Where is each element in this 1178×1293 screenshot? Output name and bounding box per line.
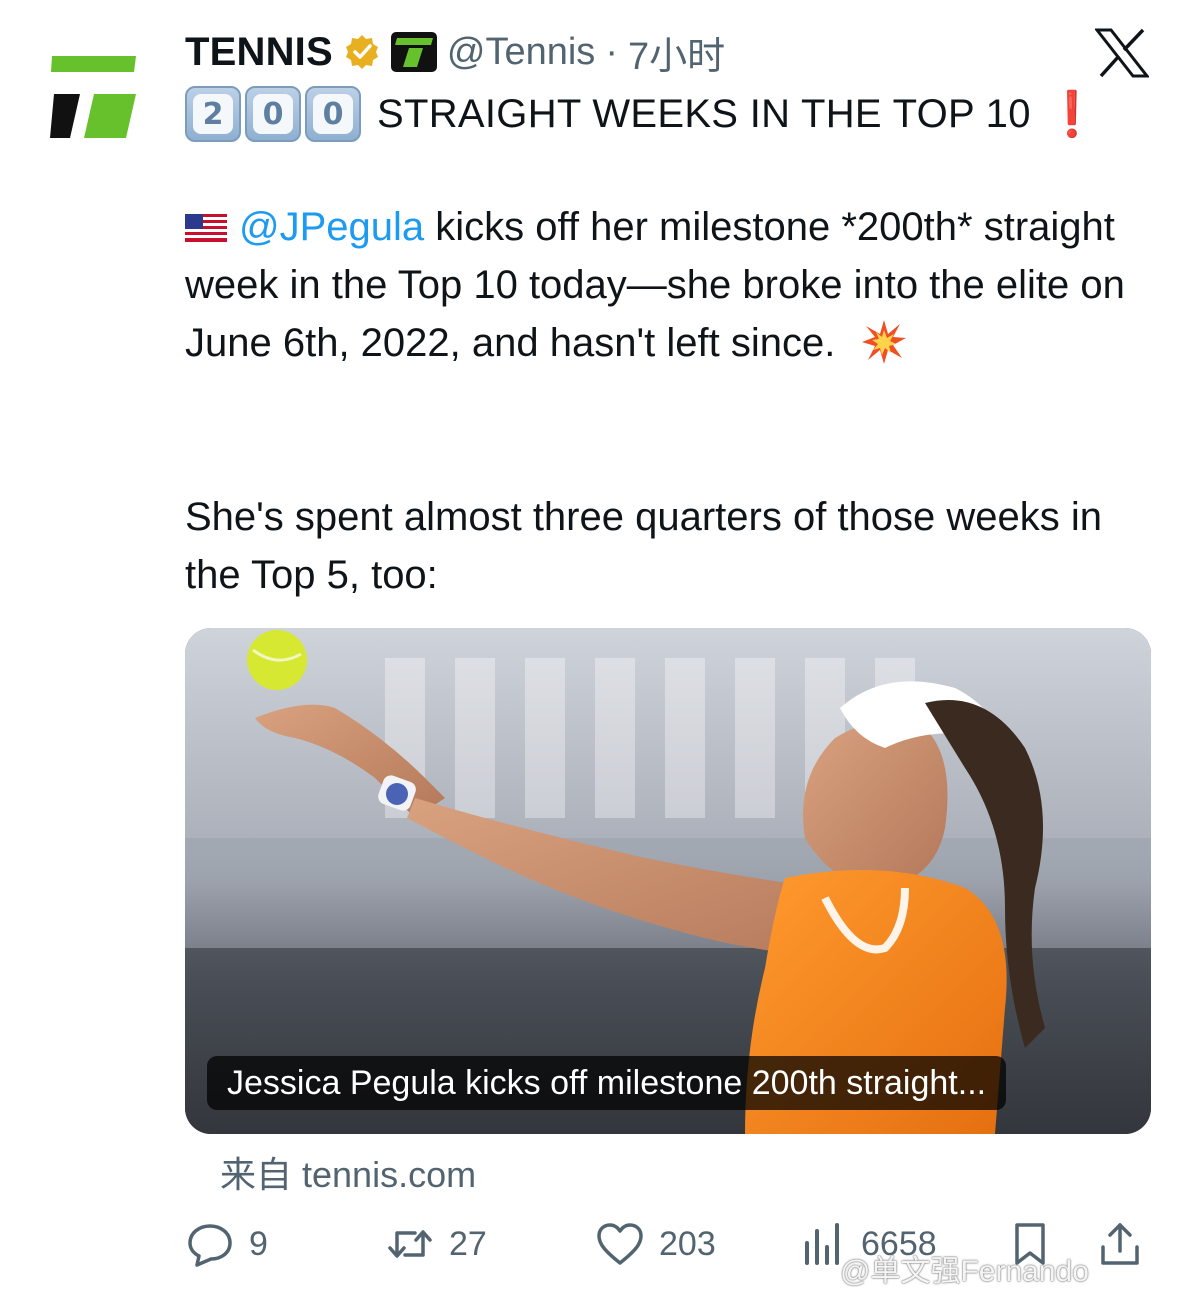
- link-card[interactable]: Jessica Pegula kicks off milestone 200th…: [185, 628, 1151, 1134]
- repost-count: 27: [449, 1224, 487, 1263]
- share-icon: [1101, 1223, 1139, 1265]
- separator-dot: ·: [605, 30, 618, 73]
- mention-link[interactable]: @JPegula: [239, 205, 424, 249]
- us-flag-icon: [185, 214, 227, 242]
- gold-verified-badge-icon: [345, 35, 378, 69]
- keycap-digit: 0: [253, 94, 293, 134]
- keycap-digit-icon: 0: [305, 86, 361, 142]
- card-source[interactable]: 来自 tennis.com: [220, 1146, 476, 1198]
- timestamp[interactable]: 7小时: [628, 25, 725, 80]
- tweet-body-paragraph-1: @JPegula kicks off her milestone *200th*…: [185, 198, 1145, 372]
- keycap-digit-icon: 2: [185, 86, 241, 142]
- headline-text: STRAIGHT WEEKS IN THE TOP 10: [377, 91, 1031, 136]
- keycap-digit-icon: 0: [245, 86, 301, 142]
- exclamation-emoji: ❗: [1044, 90, 1100, 139]
- display-name[interactable]: TENNIS: [185, 30, 333, 75]
- card-caption: Jessica Pegula kicks off milestone 200th…: [207, 1056, 1007, 1110]
- tweet-headline: 2 0 0 STRAIGHT WEEKS IN THE TOP 10 ❗: [185, 84, 1100, 144]
- watermark: @单文强Fernando: [840, 1255, 1089, 1288]
- repost-button[interactable]: 27: [385, 1212, 487, 1276]
- x-logo-icon[interactable]: [1095, 28, 1149, 78]
- share-button[interactable]: [1095, 1212, 1145, 1276]
- tweet: TENNIS @Tennis · 7小时 2 0 0 STRAIGHT WEEK…: [0, 0, 1178, 1293]
- keycap-digit: 0: [313, 94, 353, 134]
- like-button[interactable]: 203: [595, 1212, 716, 1276]
- tweet-header: TENNIS @Tennis · 7小时: [185, 26, 725, 78]
- tennis-channel-logo[interactable]: [48, 52, 140, 144]
- reply-icon: [188, 1224, 232, 1267]
- collision-emoji-icon: [862, 320, 907, 364]
- keycap-digit: 2: [193, 94, 233, 134]
- tweet-body-paragraph-2: She's spent almost three quarters of tho…: [185, 495, 1103, 597]
- reply-button[interactable]: 9: [185, 1212, 268, 1276]
- reply-count: 9: [249, 1224, 268, 1263]
- heart-icon: [597, 1223, 643, 1265]
- repost-icon: [388, 1230, 432, 1258]
- handle[interactable]: @Tennis: [447, 31, 595, 74]
- tennis-t-badge-icon: [390, 32, 437, 72]
- like-count: 203: [659, 1224, 716, 1263]
